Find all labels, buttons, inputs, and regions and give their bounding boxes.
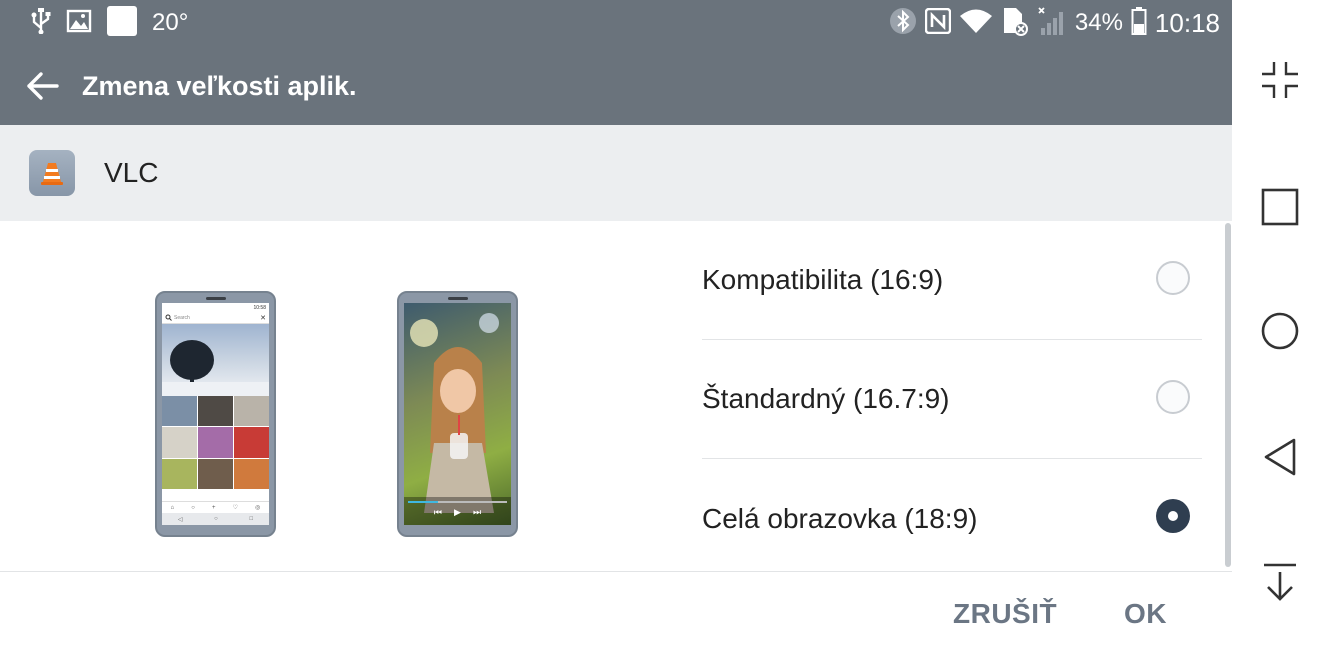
aspect-ratio-content: 10:58 Search ✕ ⌂ ○ + ♡ ◎ ◁ ○ □ ⏮ ▶ ⏭ Kom…: [0, 221, 1232, 571]
bluetooth-icon: [889, 7, 917, 40]
preview-girl-photo: [410, 313, 499, 513]
option-compatibility[interactable]: Kompatibilita (16:9): [702, 221, 1202, 340]
triangle-back-icon: [1264, 438, 1296, 476]
preview-play-icon: ▶: [454, 507, 461, 517]
option-label: Štandardný (16.7:9): [702, 383, 950, 414]
circle-icon: [1261, 312, 1299, 350]
preview-search-icon: [165, 314, 172, 321]
option-label: Celá obrazovka (18:9): [702, 502, 978, 534]
aspect-ratio-options: Kompatibilita (16:9) Štandardný (16.7:9)…: [702, 221, 1202, 578]
notification-pull-button[interactable]: [1250, 552, 1310, 612]
preview-video-controls: ⏮ ▶ ⏭: [404, 497, 511, 525]
preview-phone-fullscreen: ⏮ ▶ ⏭: [397, 291, 518, 537]
app-header: VLC: [0, 125, 1232, 221]
notification-square-icon: [106, 5, 138, 42]
arrow-down-icon: [1264, 563, 1296, 601]
temperature-text: 20°: [152, 9, 189, 36]
preview-photo-grid: [162, 396, 269, 489]
preview-forward-icon: ⏭: [472, 507, 482, 517]
signal-icon: [1037, 6, 1067, 41]
preview-bottom-nav: ⌂ ○ + ♡ ◎: [162, 501, 269, 513]
back-arrow-icon: [27, 72, 59, 100]
nfc-icon: [924, 7, 952, 39]
battery-icon: [1131, 6, 1147, 40]
preview-close-icon: ✕: [260, 314, 266, 322]
wifi-icon: [959, 8, 993, 39]
back-nav-button[interactable]: [1250, 427, 1310, 487]
preview-screen-gallery: 10:58 Search ✕ ⌂ ○ + ♡ ◎ ◁ ○ □: [162, 303, 269, 525]
preview-screen-video: ⏮ ▶ ⏭: [404, 303, 511, 525]
option-full-screen[interactable]: Celá obrazovka (18:9): [702, 459, 1202, 578]
preview-tree-photo: [162, 324, 269, 396]
clock-text: 10:18: [1154, 7, 1220, 38]
no-sim-icon: [1001, 6, 1029, 41]
preview-system-nav: ◁ ○ □: [162, 513, 269, 525]
home-button[interactable]: [1250, 301, 1310, 361]
recent-apps-button[interactable]: [1250, 177, 1310, 237]
dialog-screen: 20° 34% 10:18 Zmena veľkosti aplik. VLC …: [0, 0, 1232, 664]
app-name: VLC: [104, 157, 159, 188]
usb-icon: [30, 7, 52, 39]
radio-full-screen[interactable]: [1156, 499, 1190, 533]
navigation-bar: [1232, 0, 1328, 664]
preview-search-text: Search: [174, 314, 190, 321]
phone-speaker: [206, 297, 226, 300]
ok-button[interactable]: OK: [1124, 598, 1167, 630]
actions-divider: [0, 571, 1232, 572]
radio-standard[interactable]: [1156, 380, 1190, 414]
option-standard[interactable]: Štandardný (16.7:9): [702, 340, 1202, 459]
app-bar: Zmena veľkosti aplik.: [0, 56, 1232, 116]
page-title: Zmena veľkosti aplik.: [82, 70, 357, 101]
radio-compatibility[interactable]: [1156, 261, 1190, 295]
exit-fullscreen-button[interactable]: [1250, 50, 1310, 110]
cancel-button[interactable]: ZRUŠIŤ: [953, 598, 1057, 630]
gallery-icon: [66, 8, 92, 39]
vlc-app-icon: [29, 150, 75, 196]
scrollbar[interactable]: [1225, 223, 1231, 567]
back-button[interactable]: [12, 56, 72, 116]
phone-speaker: [448, 297, 468, 300]
top-bar: 20° 34% 10:18 Zmena veľkosti aplik.: [0, 0, 1232, 125]
battery-percent: 34%: [1074, 9, 1123, 36]
preview-rewind-icon: ⏮: [433, 507, 443, 517]
preview-clock: 10:58: [253, 304, 266, 311]
square-icon: [1261, 188, 1299, 226]
minimize-icon: [1262, 62, 1298, 98]
preview-phone-compatible: 10:58 Search ✕ ⌂ ○ + ♡ ◎ ◁ ○ □: [155, 291, 276, 537]
option-label: Kompatibilita (16:9): [702, 264, 944, 295]
status-bar: 20° 34% 10:18: [0, 0, 1232, 46]
